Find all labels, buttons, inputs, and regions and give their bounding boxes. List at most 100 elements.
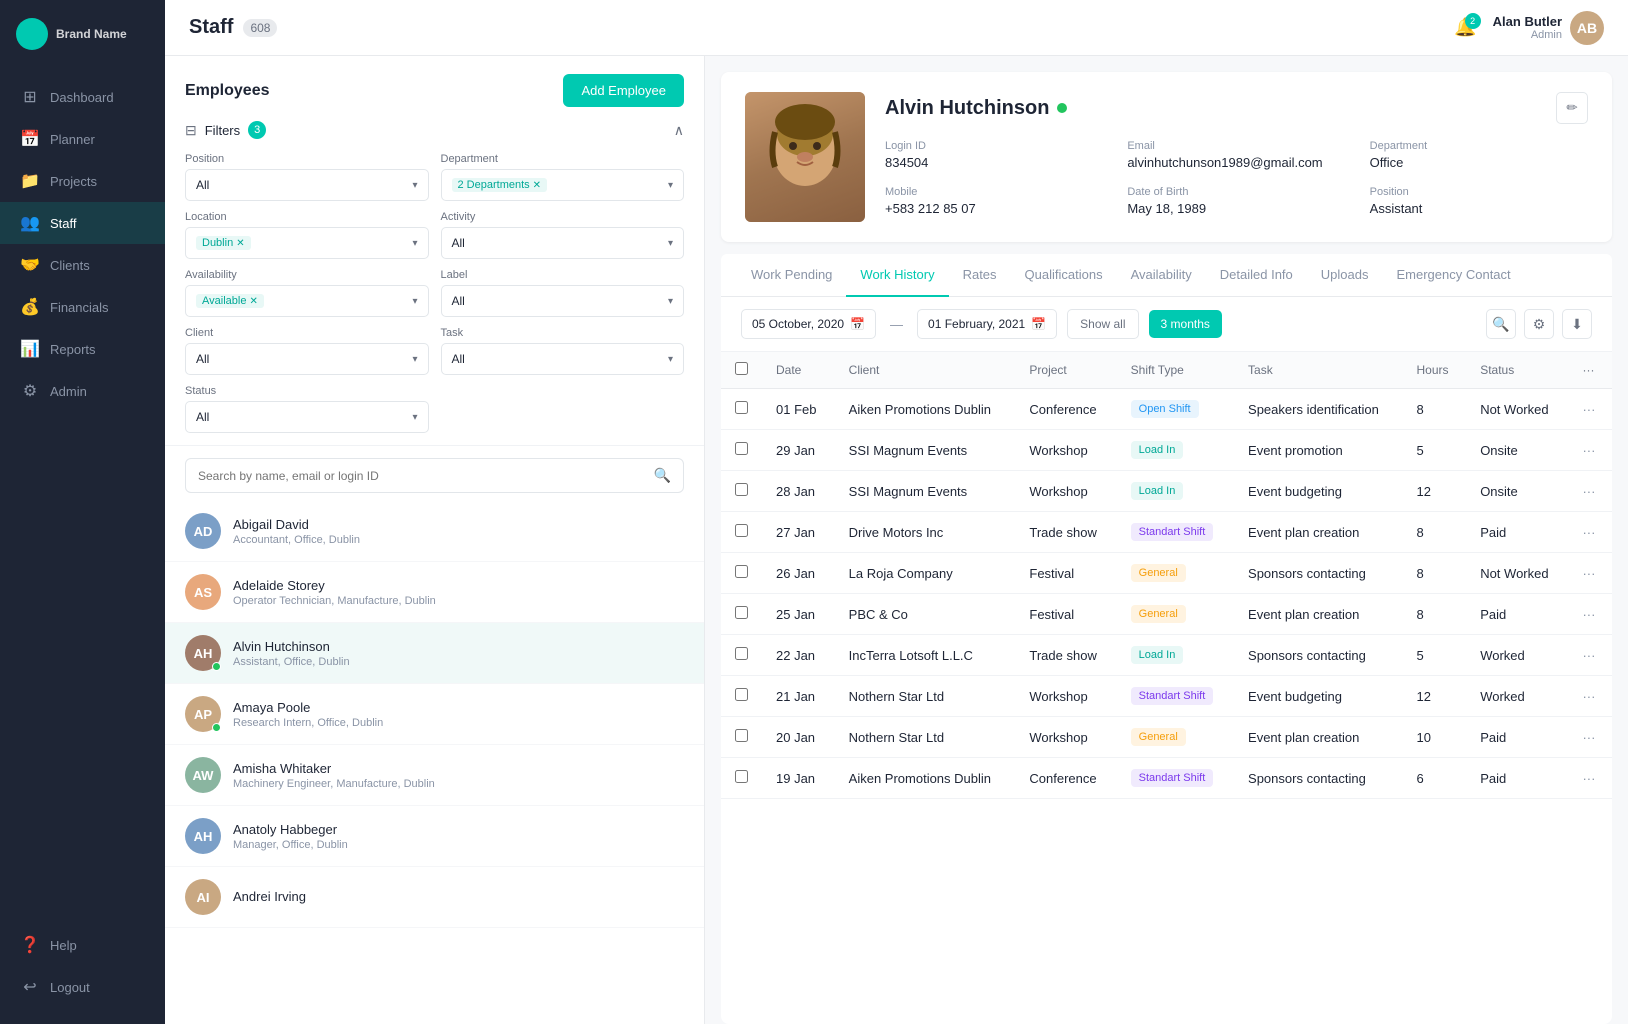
- table-row: 27 Jan Drive Motors Inc Trade show Stand…: [721, 512, 1612, 553]
- location-select[interactable]: Dublin ✕ ▾: [185, 227, 429, 259]
- position-select[interactable]: All ▾: [185, 169, 429, 201]
- detail-panel: Alvin Hutchinson ✏ Login ID 834504 Email…: [705, 56, 1628, 1024]
- sidebar-item-projects[interactable]: 📁Projects: [0, 160, 165, 202]
- mobile-item: Mobile +583 212 85 07: [885, 186, 1103, 216]
- edit-employee-button[interactable]: ✏: [1556, 92, 1588, 124]
- row-more[interactable]: ···: [1568, 512, 1612, 553]
- filters-left: ⊟ Filters 3: [185, 121, 266, 139]
- add-employee-button[interactable]: Add Employee: [563, 74, 684, 107]
- row-checkbox[interactable]: [735, 647, 748, 660]
- list-item[interactable]: AS Adelaide Storey Operator Technician, …: [165, 562, 704, 623]
- row-more[interactable]: ···: [1568, 676, 1612, 717]
- list-item[interactable]: AI Andrei Irving: [165, 867, 704, 928]
- row-checkbox[interactable]: [735, 401, 748, 414]
- row-checkbox[interactable]: [735, 483, 748, 496]
- col-hours: Hours: [1403, 352, 1467, 389]
- list-item[interactable]: AH Anatoly Habbeger Manager, Office, Dub…: [165, 806, 704, 867]
- client-select[interactable]: All ▾: [185, 343, 429, 375]
- online-indicator: [212, 662, 221, 671]
- select-all-checkbox[interactable]: [735, 362, 748, 375]
- row-more[interactable]: ···: [1568, 717, 1612, 758]
- client-value: All: [196, 352, 209, 366]
- sidebar-item-clients[interactable]: 🤝Clients: [0, 244, 165, 286]
- tab-work-history[interactable]: Work History: [846, 254, 948, 297]
- tab-work-pending[interactable]: Work Pending: [737, 254, 846, 297]
- tab-detailed-info[interactable]: Detailed Info: [1206, 254, 1307, 297]
- content-body: Employees Add Employee ⊟ Filters 3 ∧ Pos…: [165, 56, 1628, 1024]
- availability-tag-close[interactable]: ✕: [249, 296, 257, 307]
- row-checkbox[interactable]: [735, 688, 748, 701]
- logo-text: Brand Name: [56, 27, 127, 41]
- sidebar-item-help[interactable]: ❓Help: [0, 924, 165, 966]
- list-item[interactable]: AH Alvin Hutchinson Assistant, Office, D…: [165, 623, 704, 684]
- user-info[interactable]: Alan Butler Admin AB: [1493, 11, 1604, 45]
- search-records-button[interactable]: 🔍: [1486, 309, 1516, 339]
- row-more[interactable]: ···: [1568, 389, 1612, 430]
- row-task: Event plan creation: [1234, 512, 1402, 553]
- row-more[interactable]: ···: [1568, 635, 1612, 676]
- filters-label: Filters: [205, 123, 240, 138]
- settings-button[interactable]: ⚙: [1524, 309, 1554, 339]
- list-item[interactable]: AD Abigail David Accountant, Office, Dub…: [165, 501, 704, 562]
- filter-status: Status All ▾: [185, 385, 429, 433]
- row-client: Aiken Promotions Dublin: [835, 758, 1016, 799]
- task-select[interactable]: All ▾: [441, 343, 685, 375]
- tab-emergency-contact[interactable]: Emergency Contact: [1382, 254, 1524, 297]
- row-checkbox[interactable]: [735, 524, 748, 537]
- sidebar-item-staff[interactable]: 👥Staff: [0, 202, 165, 244]
- row-checkbox[interactable]: [735, 729, 748, 742]
- row-checkbox[interactable]: [735, 606, 748, 619]
- department-select[interactable]: 2 Departments ✕ ▾: [441, 169, 685, 201]
- sidebar-item-reports[interactable]: 📊Reports: [0, 328, 165, 370]
- notification-button[interactable]: 🔔 2: [1454, 17, 1476, 38]
- search-input[interactable]: [198, 469, 646, 483]
- help-nav-icon: ❓: [20, 935, 40, 955]
- date-to-input[interactable]: 01 February, 2021 📅: [917, 309, 1057, 339]
- label-select[interactable]: All ▾: [441, 285, 685, 317]
- row-more[interactable]: ···: [1568, 553, 1612, 594]
- activity-value: All: [452, 236, 465, 250]
- row-checkbox[interactable]: [735, 770, 748, 783]
- tab-uploads[interactable]: Uploads: [1307, 254, 1383, 297]
- tab-availability[interactable]: Availability: [1117, 254, 1206, 297]
- sidebar-item-dashboard[interactable]: ⊞Dashboard: [0, 76, 165, 118]
- row-date: 21 Jan: [762, 676, 835, 717]
- row-date: 19 Jan: [762, 758, 835, 799]
- filter-task: Task All ▾: [441, 327, 685, 375]
- sidebar-item-planner[interactable]: 📅Planner: [0, 118, 165, 160]
- tab-qualifications[interactable]: Qualifications: [1011, 254, 1117, 297]
- row-hours: 5: [1403, 635, 1467, 676]
- sidebar-item-admin[interactable]: ⚙Admin: [0, 370, 165, 412]
- date-from-input[interactable]: 05 October, 2020 📅: [741, 309, 876, 339]
- filters-section: ⊟ Filters 3 ∧ Position All ▾: [165, 121, 704, 446]
- row-more[interactable]: ···: [1568, 471, 1612, 512]
- row-more[interactable]: ···: [1568, 430, 1612, 471]
- email-item: Email alvinhutchunson1989@gmail.com: [1127, 140, 1345, 170]
- filter-grid: Position All ▾ Department 2 Departments …: [185, 153, 684, 433]
- filters-header[interactable]: ⊟ Filters 3 ∧: [185, 121, 684, 139]
- row-checkbox[interactable]: [735, 565, 748, 578]
- list-item[interactable]: AP Amaya Poole Research Intern, Office, …: [165, 684, 704, 745]
- sidebar-item-logout[interactable]: ↩Logout: [0, 966, 165, 1008]
- location-tag-close[interactable]: ✕: [236, 238, 244, 249]
- availability-select[interactable]: Available ✕ ▾: [185, 285, 429, 317]
- details-row: Login ID 834504 Email alvinhutchunson198…: [885, 140, 1588, 216]
- col-client: Client: [835, 352, 1016, 389]
- tab-rates[interactable]: Rates: [949, 254, 1011, 297]
- status-select[interactable]: All ▾: [185, 401, 429, 433]
- employee-info: Amisha Whitaker Machinery Engineer, Manu…: [233, 761, 684, 790]
- row-more[interactable]: ···: [1568, 758, 1612, 799]
- sidebar-item-financials[interactable]: 💰Financials: [0, 286, 165, 328]
- activity-select[interactable]: All ▾: [441, 227, 685, 259]
- period-button[interactable]: 3 months: [1149, 310, 1222, 338]
- show-all-button[interactable]: Show all: [1067, 309, 1138, 339]
- row-shift-type: Standart Shift: [1117, 676, 1234, 717]
- filter-client: Client All ▾: [185, 327, 429, 375]
- row-more[interactable]: ···: [1568, 594, 1612, 635]
- download-button[interactable]: ⬇: [1562, 309, 1592, 339]
- department-tag-close[interactable]: ✕: [533, 180, 541, 191]
- planner-nav-icon: 📅: [20, 129, 40, 149]
- row-client: PBC & Co: [835, 594, 1016, 635]
- list-item[interactable]: AW Amisha Whitaker Machinery Engineer, M…: [165, 745, 704, 806]
- row-checkbox[interactable]: [735, 442, 748, 455]
